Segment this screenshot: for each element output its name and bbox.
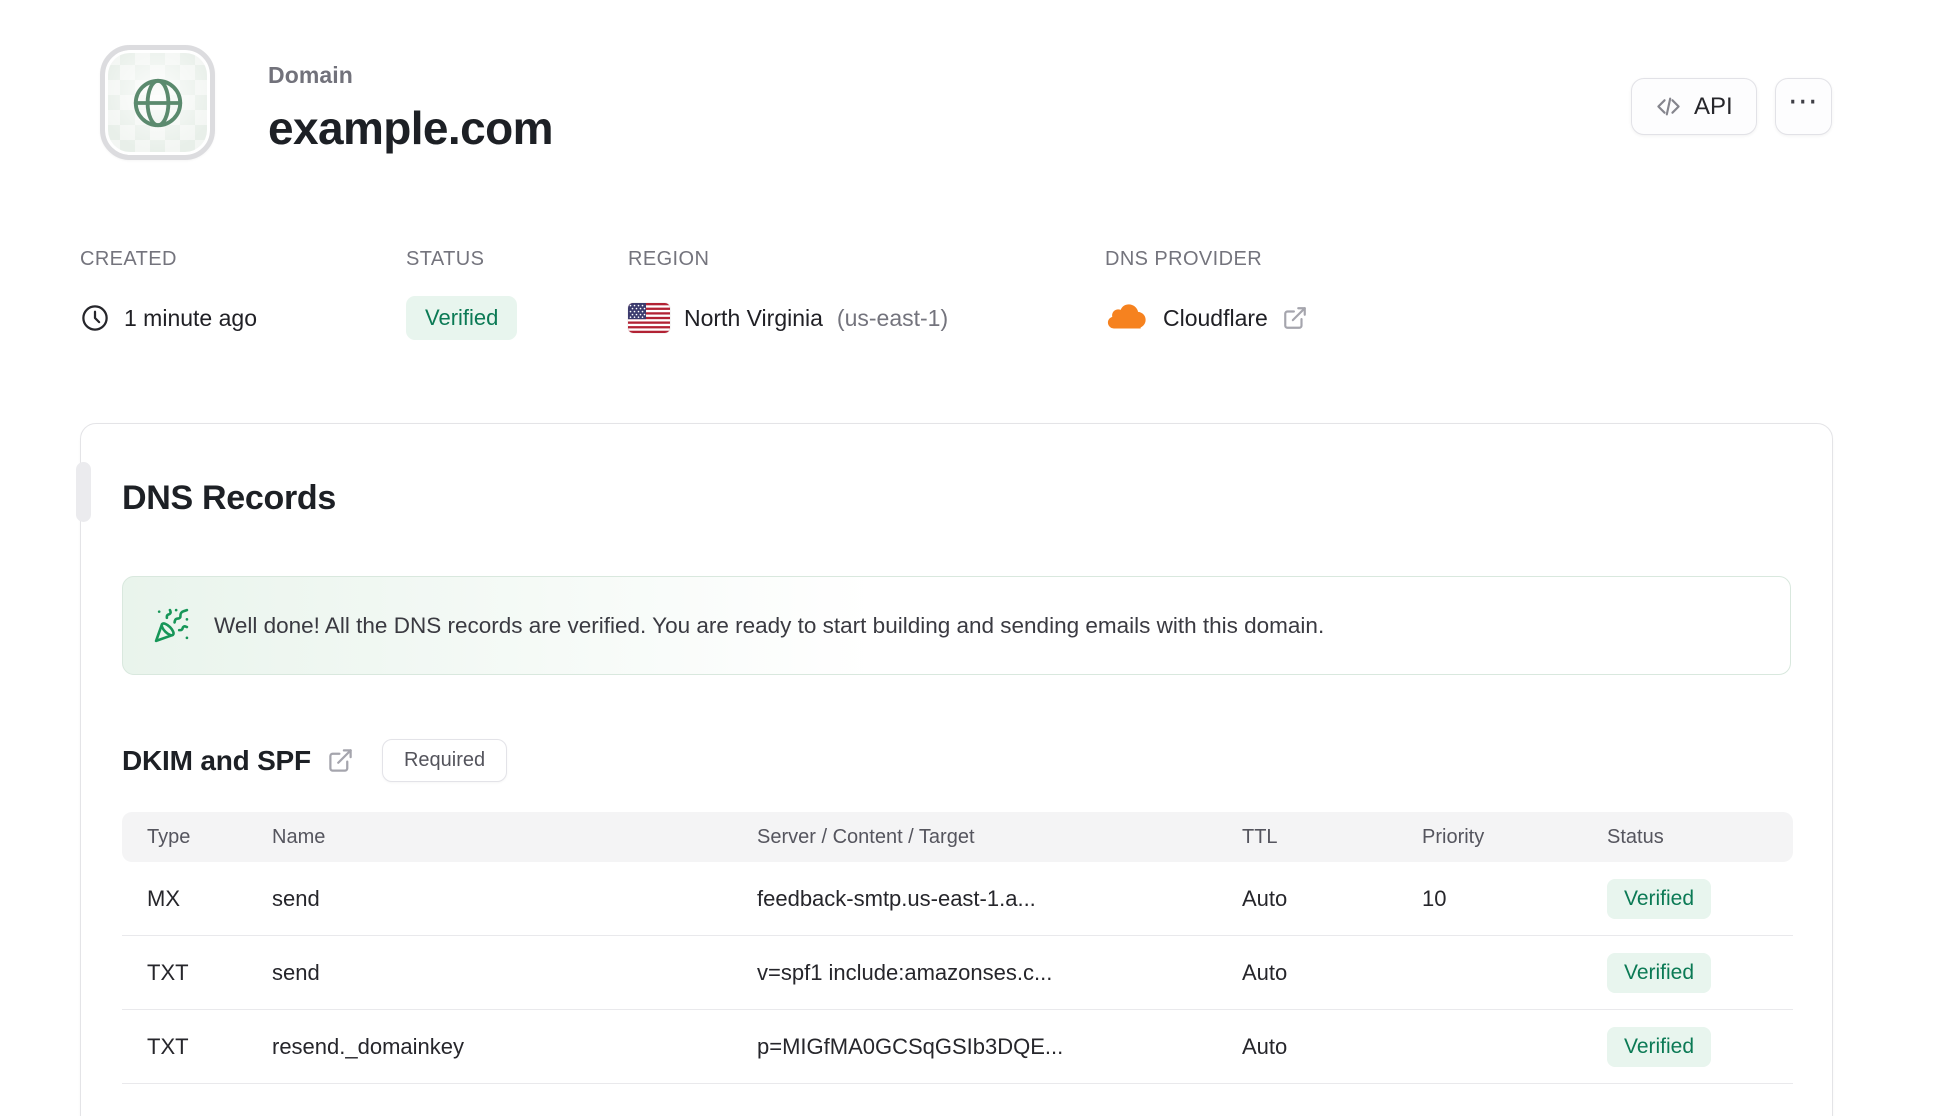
col-header-priority: Priority: [1422, 825, 1485, 848]
dns-records-table: Type Name Server / Content / Target TTL …: [122, 812, 1793, 1084]
record-name: send: [272, 959, 320, 985]
record-status-badge: Verified: [1607, 952, 1712, 993]
party-popper-icon: [153, 607, 190, 644]
record-ttl: Auto: [1242, 885, 1288, 911]
more-button[interactable]: ⋯: [1774, 78, 1832, 135]
table-row: TXT send v=spf1 include:amazonses.c... A…: [122, 936, 1793, 1010]
meta-created: CREATED 1 minute ago: [80, 248, 406, 341]
card-left-notch: [76, 462, 91, 522]
record-content: feedback-smtp.us-east-1.a...: [757, 885, 1036, 911]
col-header-type: Type: [147, 825, 191, 848]
meta-status: STATUS Verified: [406, 248, 628, 341]
api-button[interactable]: API: [1631, 78, 1757, 135]
record-type: TXT: [147, 959, 189, 985]
globe-icon: [129, 74, 187, 132]
meta-region: REGION North Virginia (us-east-1): [628, 248, 1105, 341]
banner-text: Well done! All the DNS records are verif…: [214, 612, 1325, 638]
col-header-ttl: TTL: [1242, 825, 1278, 848]
created-value: 1 minute ago: [124, 304, 257, 331]
domain-avatar: [100, 45, 215, 160]
dns-records-card: DNS Records Well done! All the DNS recor…: [80, 423, 1833, 1116]
domain-detail-page: Domain example.com API ⋯ CREATED 1 minut…: [0, 0, 1944, 1116]
record-content: v=spf1 include:amazonses.c...: [757, 959, 1053, 985]
domain-kicker: Domain: [268, 62, 353, 88]
dkim-spf-title: DKIM and SPF: [122, 744, 311, 776]
us-flag-icon: [628, 303, 670, 333]
created-label: CREATED: [80, 248, 177, 270]
more-button-label: ⋯: [1787, 84, 1819, 118]
code-icon: [1655, 93, 1682, 120]
record-type: MX: [147, 885, 180, 911]
table-row: TXT resend._domainkey p=MIGfMA0GCSqGSIb3…: [122, 1010, 1793, 1084]
status-badge: Verified: [406, 296, 518, 340]
record-priority: 10: [1422, 885, 1447, 911]
dns-records-title: DNS Records: [122, 479, 336, 517]
page-title: example.com: [268, 102, 553, 154]
record-ttl: Auto: [1242, 959, 1288, 985]
cloudflare-icon: [1105, 303, 1149, 333]
domain-meta: CREATED 1 minute ago STATUS Verified REG…: [80, 248, 1308, 341]
dkim-spf-section-header: DKIM and SPF Required: [122, 739, 1791, 782]
table-header-row: Type Name Server / Content / Target TTL …: [122, 812, 1793, 862]
record-name: resend._domainkey: [272, 1033, 465, 1059]
status-label: STATUS: [406, 248, 485, 270]
dns-provider-label: DNS PROVIDER: [1105, 248, 1263, 270]
external-link-icon[interactable]: [327, 747, 354, 774]
clock-icon: [80, 303, 110, 333]
region-label: REGION: [628, 248, 710, 270]
region-value: North Virginia: [684, 304, 823, 331]
record-type: TXT: [147, 1033, 189, 1059]
record-content: p=MIGfMA0GCSqGSIb3DQE...: [757, 1033, 1064, 1059]
required-badge: Required: [381, 739, 508, 782]
record-ttl: Auto: [1242, 1033, 1288, 1059]
table-row: MX send feedback-smtp.us-east-1.a... Aut…: [122, 862, 1793, 936]
region-code: (us-east-1): [836, 304, 949, 331]
verification-success-banner: Well done! All the DNS records are verif…: [122, 576, 1791, 675]
col-header-name: Name: [272, 825, 326, 848]
record-name: send: [272, 885, 320, 911]
dns-provider-value: Cloudflare: [1163, 304, 1268, 331]
record-status-badge: Verified: [1607, 1026, 1712, 1067]
external-link-icon[interactable]: [1282, 305, 1308, 331]
record-status-badge: Verified: [1607, 878, 1712, 919]
col-header-content: Server / Content / Target: [757, 825, 975, 848]
meta-dns-provider: DNS PROVIDER Cloudflare: [1105, 248, 1308, 341]
api-button-label: API: [1694, 92, 1733, 120]
col-header-status: Status: [1607, 825, 1664, 848]
